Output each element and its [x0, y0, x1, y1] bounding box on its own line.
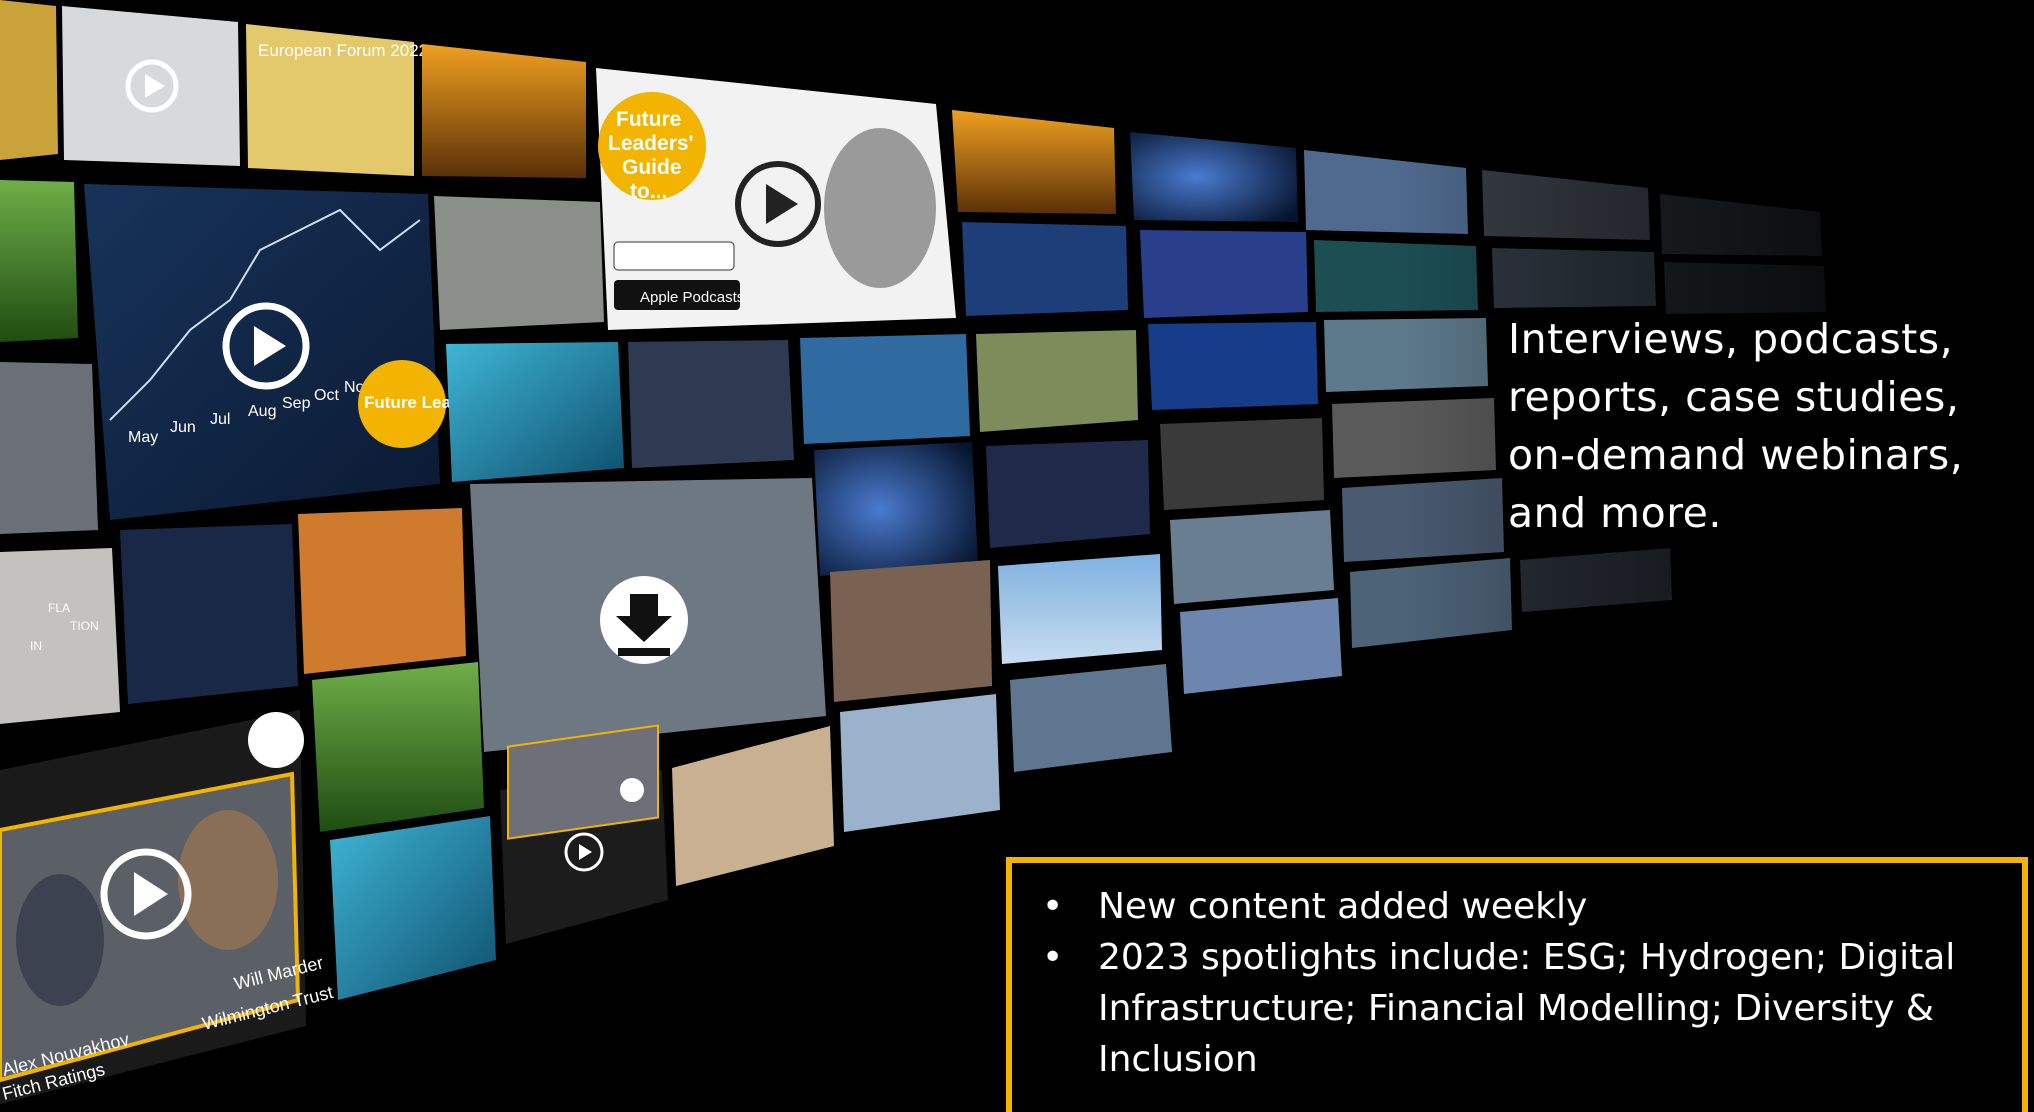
speaker-left-photo	[16, 874, 104, 1006]
apple-podcasts-text: Apple Podcasts	[640, 289, 744, 306]
tile-server-racks[interactable]	[962, 222, 1128, 316]
tile-hard-hats[interactable]	[672, 726, 834, 886]
tagline: Interviews, podcasts, reports, case stud…	[1508, 310, 2008, 542]
inflation-block-2: FLA	[48, 601, 70, 615]
podcast-title-line-4: to...	[630, 180, 667, 203]
tile-steel-structure[interactable]	[1160, 418, 1324, 510]
event-banner-text: European Forum 2022	[258, 41, 428, 60]
tile-earth-night[interactable]	[814, 442, 978, 576]
ipfa-logo: IPFA	[252, 731, 296, 753]
highlight-text-spotlights: 2023 spotlights include: ESG; Hydrogen; …	[1098, 937, 1956, 1080]
tagline-line-3: on-demand webinars,	[1508, 431, 1964, 479]
tile-airplane-cargo[interactable]	[1010, 664, 1172, 772]
tile-wind-farm-blue[interactable]	[1180, 598, 1342, 694]
bullet-point: •	[1042, 886, 1064, 927]
highlight-item-weekly: • New content added weekly	[1032, 881, 1992, 932]
tile-robot-car[interactable]	[0, 362, 98, 534]
month-jun: Jun	[170, 419, 196, 436]
inflation-block-1: IN	[30, 639, 42, 653]
tile-city-night[interactable]	[986, 440, 1150, 548]
month-oct: Oct	[314, 387, 339, 404]
tile-inflation-blocks[interactable]	[0, 548, 120, 724]
tagline-line-2: reports, case studies,	[1508, 373, 1960, 421]
tile-pipeline[interactable]	[800, 334, 970, 444]
highlight-item-spotlights: • 2023 spotlights include: ESG; Hydrogen…	[1032, 932, 1992, 1085]
tile-earth-orbit[interactable]	[1130, 132, 1298, 222]
podcast-host-photo	[824, 128, 936, 288]
small-ipfa-logo: IPFA	[622, 786, 643, 796]
podcast-title-line-3: Guide	[622, 156, 682, 179]
podcast-title-line-2: Leaders'	[608, 132, 694, 155]
tile-city-aerial[interactable]	[434, 196, 604, 330]
tagline-line-1: Interviews, podcasts,	[1508, 315, 1954, 363]
highlight-list: • New content added weekly • 2023 spotli…	[1032, 881, 1992, 1085]
speaker-right-photo	[178, 810, 278, 950]
bullet-point: •	[1042, 937, 1064, 978]
tile-wind-turbines-green[interactable]	[312, 662, 484, 832]
month-sep: Sep	[282, 395, 311, 412]
highlight-box: • New content added weekly • 2023 spotli…	[1006, 857, 2028, 1112]
tile-satellite-dish[interactable]	[998, 554, 1162, 664]
tile-refinery-sunset[interactable]	[952, 110, 1116, 214]
tile-solar-windmill[interactable]	[840, 694, 1000, 832]
highlight-text-weekly: New content added weekly	[1098, 886, 1588, 927]
tile-silos-field[interactable]	[0, 180, 78, 342]
tile-highway-night[interactable]	[628, 340, 794, 468]
tile-wheat-flag[interactable]	[0, 0, 58, 160]
tile-data-grid[interactable]	[446, 342, 624, 482]
tile-solar-field-sunset[interactable]	[1170, 510, 1334, 604]
tile-worker-gloves[interactable]	[298, 508, 466, 674]
month-may: May	[128, 429, 158, 446]
tile-coastline[interactable]	[976, 330, 1138, 432]
inflation-block-3: TION	[70, 619, 99, 633]
download-bar	[618, 648, 670, 656]
tile-railway[interactable]	[830, 560, 992, 702]
tile-signpost-sunset[interactable]	[422, 44, 586, 178]
tile-network-map[interactable]	[120, 524, 298, 704]
month-jul: Jul	[210, 411, 230, 428]
tagline-line-4: and more.	[1508, 489, 1722, 537]
podcast-title-line-1: Future	[616, 108, 681, 131]
spotify-text: LISTEN ON Spotify	[620, 249, 732, 264]
tile-hydrogen-bubbles[interactable]	[330, 816, 496, 1000]
tile-solar-grid[interactable]	[1140, 230, 1308, 318]
month-aug: Aug	[248, 403, 276, 420]
tile-blue-waves[interactable]	[1148, 322, 1318, 410]
